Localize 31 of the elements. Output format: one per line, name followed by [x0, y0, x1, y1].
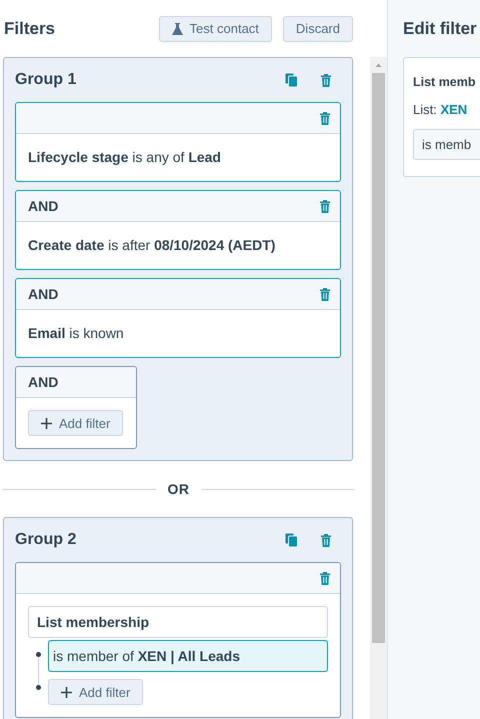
group-title: Group 2: [15, 531, 78, 549]
membership-condition[interactable]: is member of XEN | All Leads: [48, 640, 328, 672]
flask-icon: [172, 22, 183, 34]
panel-title: Filters: [4, 18, 56, 38]
delete-icon[interactable]: [319, 570, 331, 586]
plus-icon: [41, 418, 52, 428]
delete-icon[interactable]: [319, 286, 331, 302]
delete-icon[interactable]: [320, 532, 332, 548]
or-separator: OR: [168, 481, 190, 497]
panel-title: Edit filter: [403, 18, 478, 40]
add-filter-button[interactable]: Add filter: [28, 410, 124, 436]
connector-label: AND: [28, 198, 58, 214]
connector-label: AND: [28, 286, 58, 302]
add-filter-button[interactable]: Add filter: [48, 679, 144, 705]
delete-icon[interactable]: [319, 110, 331, 126]
copy-icon[interactable]: [285, 532, 298, 546]
operator-field[interactable]: is memb: [413, 129, 480, 160]
list-label: List: XEN: [413, 102, 468, 117]
delete-icon[interactable]: [319, 198, 331, 214]
filter-condition[interactable]: Create date is after 08/10/2024 (AEDT): [28, 237, 328, 253]
filter-heading: List memb: [413, 75, 477, 89]
filter-condition[interactable]: Lifecycle stage is any of Lead: [28, 149, 328, 165]
test-contact-button[interactable]: Test contact: [158, 16, 272, 42]
filter-condition[interactable]: Email is known: [28, 325, 328, 341]
group-title: Group 1: [15, 71, 78, 89]
property-field[interactable]: List membership: [28, 606, 328, 638]
discard-button[interactable]: Discard: [282, 16, 353, 42]
plus-icon: [61, 686, 72, 698]
connector-label: AND: [28, 374, 58, 390]
copy-icon[interactable]: [285, 72, 298, 86]
delete-icon[interactable]: [320, 72, 332, 88]
